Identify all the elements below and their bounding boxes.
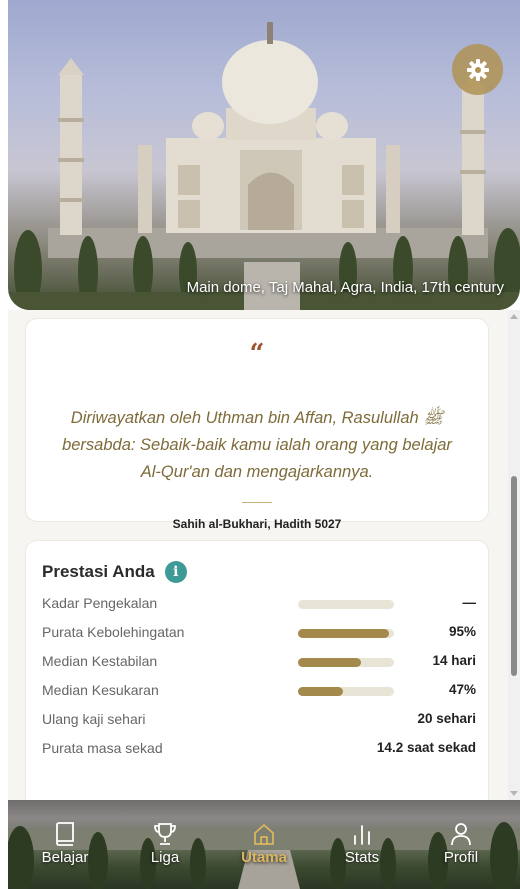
stat-bar-fill bbox=[298, 687, 344, 696]
bottom-nav: Belajar Liga Utama Stats Profil bbox=[8, 800, 520, 889]
stat-row: Purata masa sekad 14.2 saat sekad bbox=[42, 738, 476, 760]
stat-bar bbox=[298, 629, 394, 638]
hero-image: Main dome, Taj Mahal, Agra, India, 17th … bbox=[8, 0, 520, 310]
info-icon[interactable]: i bbox=[164, 561, 187, 583]
stat-label: Purata Kebolehingatan bbox=[42, 624, 185, 640]
nav-item-belajar[interactable]: Belajar bbox=[25, 820, 105, 866]
gear-icon bbox=[466, 58, 489, 81]
stat-value: — bbox=[462, 595, 477, 610]
nav-label: Liga bbox=[150, 849, 180, 866]
stat-value: 47% bbox=[448, 682, 476, 697]
stat-row: Purata Kebolehingatan 95% bbox=[42, 622, 476, 644]
stat-row: Kadar Pengekalan — bbox=[42, 593, 476, 615]
stat-value: 14 hari bbox=[432, 653, 476, 668]
stat-bar bbox=[298, 658, 394, 667]
scroll-thumb[interactable] bbox=[511, 476, 517, 676]
bar-chart-icon bbox=[354, 825, 370, 845]
stat-label: Median Kestabilan bbox=[42, 653, 158, 669]
stat-value: 20 sehari bbox=[417, 711, 476, 726]
scrollbar[interactable] bbox=[508, 310, 520, 800]
user-icon bbox=[451, 823, 471, 846]
stat-bar bbox=[298, 687, 394, 696]
scroll-up-arrow-icon[interactable] bbox=[510, 314, 518, 319]
scroll-down-arrow-icon[interactable] bbox=[510, 791, 518, 796]
taj-mahal-illustration bbox=[8, 22, 520, 310]
settings-button[interactable] bbox=[452, 44, 503, 95]
hadith-text: Diriwayatkan oleh Uthman bin Affan, Rasu… bbox=[62, 409, 452, 481]
stat-label: Purata masa sekad bbox=[42, 740, 163, 756]
divider bbox=[242, 502, 272, 503]
main-content: “ Diriwayatkan oleh Uthman bin Affan, Ra… bbox=[8, 310, 508, 800]
nav-item-utama[interactable]: Utama bbox=[224, 820, 304, 866]
stat-row: Median Kesukaran 47% bbox=[42, 680, 476, 702]
book-icon bbox=[56, 822, 74, 846]
stat-label: Median Kesukaran bbox=[42, 682, 159, 698]
stat-value: 14.2 saat sekad bbox=[376, 740, 476, 755]
nav-item-stats[interactable]: Stats bbox=[322, 820, 402, 866]
nav-label: Stats bbox=[344, 849, 380, 866]
hadith-source: Sahih al-Bukhari, Hadith 5027 bbox=[172, 517, 342, 531]
stats-title: Prestasi Anda bbox=[42, 562, 155, 581]
stat-value: 95% bbox=[448, 624, 476, 639]
nav-item-liga[interactable]: Liga bbox=[125, 820, 205, 866]
trophy-icon bbox=[154, 823, 176, 845]
nav-label: Utama bbox=[241, 849, 287, 866]
stat-bar-fill bbox=[298, 629, 390, 638]
nav-label: Belajar bbox=[41, 849, 89, 866]
stats-title-wrap: Prestasi Anda i bbox=[42, 561, 187, 583]
stat-label: Kadar Pengekalan bbox=[42, 595, 158, 611]
stats-card: Prestasi Anda i Kadar Pengekalan — Purat… bbox=[25, 540, 489, 800]
stat-row: Median Kestabilan 14 hari bbox=[42, 651, 476, 673]
stat-bar-fill bbox=[298, 658, 362, 667]
stat-row: Ulang kaji sehari 20 sehari bbox=[42, 709, 476, 731]
image-caption: Main dome, Taj Mahal, Agra, India, 17th … bbox=[186, 279, 504, 296]
nav-item-profil[interactable]: Profil bbox=[421, 820, 501, 866]
stat-label: Ulang kaji sehari bbox=[42, 711, 146, 727]
home-icon bbox=[254, 824, 274, 845]
quote-mark: “ bbox=[249, 339, 265, 369]
stat-bar bbox=[298, 600, 394, 609]
nav-label: Profil bbox=[443, 849, 479, 866]
hadith-card: “ Diriwayatkan oleh Uthman bin Affan, Ra… bbox=[25, 318, 489, 531]
